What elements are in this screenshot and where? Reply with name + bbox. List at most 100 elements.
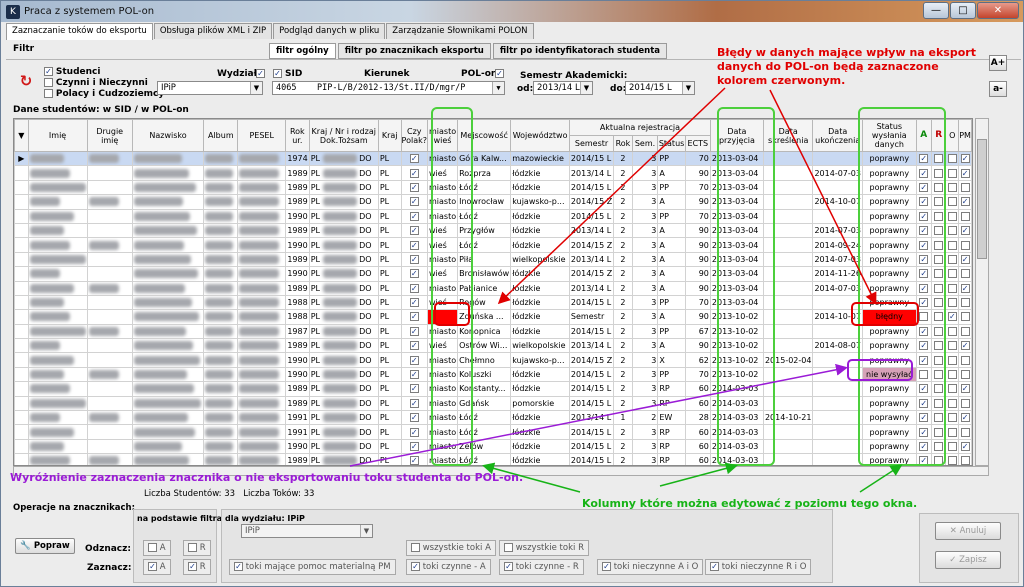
od-select[interactable]: 2013/14 L ▼ <box>533 81 593 95</box>
row-checkbox[interactable] <box>409 442 419 451</box>
cell-nazwisko[interactable] <box>131 251 205 268</box>
col-rok[interactable]: Rok <box>613 135 633 152</box>
cell-rok-ur[interactable]: 1990 <box>284 352 310 368</box>
cell-rok-ur[interactable]: 1990 <box>284 438 310 455</box>
cell-kraj-nr[interactable]: PL DO <box>308 366 379 383</box>
cell-imie[interactable] <box>27 165 88 181</box>
cell-miasto-wies[interactable]: miasto <box>426 194 459 210</box>
row-checkbox[interactable] <box>947 269 957 279</box>
cell-rok-ur[interactable]: 1989 <box>284 251 310 268</box>
cell-album[interactable] <box>203 208 239 224</box>
row-checkbox[interactable] <box>960 427 970 437</box>
cell-nazwisko[interactable] <box>131 280 205 296</box>
cell-miasto-wies[interactable]: miasto <box>426 352 459 368</box>
cell-imie[interactable] <box>27 309 88 325</box>
cell-wojewodztwo[interactable]: łódzkie <box>510 309 570 325</box>
col-miasto-wies[interactable]: miasto wieś <box>426 119 459 152</box>
cell-sem[interactable]: 3 <box>631 366 659 383</box>
col-drugie-imie[interactable]: Drugie imię <box>86 119 133 152</box>
row-selector[interactable] <box>14 280 29 296</box>
row-checkbox[interactable] <box>409 298 419 308</box>
wydzial-select[interactable]: IPiP ▼ <box>157 81 263 95</box>
col-rok-ur[interactable]: Rok ur. <box>284 119 310 152</box>
cell-data-przyjecia[interactable]: 2013-03-04 <box>709 150 764 167</box>
row-checkbox[interactable] <box>934 211 944 221</box>
col-status-wyslania[interactable]: Status wysłania danych <box>861 119 917 152</box>
cell-kraj-nr[interactable]: PL DO <box>308 150 379 167</box>
cell-rok-ur[interactable]: 1987 <box>284 323 310 340</box>
col-imie[interactable]: Imię <box>27 119 88 152</box>
cell-czy-polak[interactable] <box>400 381 428 397</box>
cell-miasto-wies[interactable]: miasto <box>426 251 459 268</box>
cell-pm[interactable] <box>958 438 972 455</box>
tab-obsluga-plikow[interactable]: Obsługa plików XML i ZIP <box>153 23 273 39</box>
cell-imie[interactable] <box>27 366 88 383</box>
cell-drugie-imie[interactable] <box>86 410 133 426</box>
cell-miasto-wies[interactable] <box>426 309 459 325</box>
cell-status-wyslania[interactable]: nie wysyłać <box>861 366 917 383</box>
cell-imie[interactable] <box>27 453 88 465</box>
cell-rok-ur[interactable]: 1988 <box>284 309 310 325</box>
row-checkbox[interactable] <box>960 211 970 221</box>
cell-miejscowosc[interactable]: Pabianice <box>457 280 512 296</box>
cell-data-skreslenia[interactable] <box>762 366 814 383</box>
cell-status-wyslania[interactable]: poprawny <box>861 338 917 354</box>
row-selector[interactable]: ▶ <box>14 150 29 167</box>
table-row[interactable]: 1990PL DOPLmiastoKoluszkiłódzkie2014/15 … <box>14 366 972 383</box>
subtab-filtr-identyfikatory[interactable]: filtr po identyfikatorach studenta <box>492 43 668 59</box>
cell-data-ukonczenia[interactable] <box>812 323 863 340</box>
cell-data-skreslenia[interactable] <box>762 280 814 296</box>
cell-album[interactable] <box>203 266 239 282</box>
cell-semestr[interactable]: 2014/15 L <box>568 179 615 196</box>
cell-imie[interactable] <box>27 266 88 282</box>
cell-ects[interactable]: 90 <box>684 222 711 239</box>
cell-imie[interactable] <box>27 179 88 196</box>
cell-r[interactable] <box>930 309 947 325</box>
minimize-button[interactable]: — <box>923 2 949 19</box>
cell-status[interactable]: A <box>657 338 686 354</box>
cell-miejscowosc[interactable]: Rogów <box>457 294 512 311</box>
cell-data-przyjecia[interactable]: 2013-10-02 <box>709 338 764 354</box>
cell-o[interactable] <box>945 453 960 465</box>
cell-data-ukonczenia[interactable] <box>812 424 863 440</box>
cell-czy-polak[interactable] <box>400 352 428 368</box>
cell-data-ukonczenia[interactable] <box>812 381 863 397</box>
cell-status[interactable]: A <box>657 309 686 325</box>
cell-pesel[interactable] <box>237 150 286 167</box>
row-selector[interactable] <box>14 251 29 268</box>
cell-data-ukonczenia[interactable]: 2014-07-03 <box>812 165 863 181</box>
cell-o[interactable] <box>945 165 960 181</box>
row-selector[interactable] <box>14 179 29 196</box>
cell-o[interactable] <box>945 352 960 368</box>
cell-pesel[interactable] <box>237 294 286 311</box>
cell-imie[interactable] <box>27 150 88 167</box>
cell-czy-polak[interactable] <box>400 323 428 340</box>
cell-a[interactable] <box>915 424 932 440</box>
row-checkbox[interactable] <box>919 197 929 207</box>
nieczynne-a-button[interactable]: toki nieczynne A i O <box>597 559 704 575</box>
cell-pm[interactable] <box>958 366 972 383</box>
cell-pm[interactable] <box>958 208 972 224</box>
cell-pesel[interactable] <box>237 453 286 465</box>
zapisz-button[interactable]: ✓ Zapisz <box>935 551 1001 569</box>
cell-album[interactable] <box>203 453 239 465</box>
cell-czy-polak[interactable] <box>400 194 428 210</box>
cell-status-wyslania[interactable]: poprawny <box>861 280 917 296</box>
cell-nazwisko[interactable] <box>131 438 205 455</box>
cell-kraj[interactable]: PL <box>377 309 402 325</box>
cell-ects[interactable]: 70 <box>684 208 711 224</box>
cell-rok-ur[interactable]: 1990 <box>284 366 310 383</box>
cell-sem[interactable]: 3 <box>631 323 659 340</box>
cell-r[interactable] <box>930 179 947 196</box>
cell-r[interactable] <box>930 266 947 282</box>
row-checkbox[interactable] <box>919 298 929 308</box>
cell-r[interactable] <box>930 280 947 296</box>
row-checkbox[interactable] <box>947 442 957 451</box>
cell-miasto-wies[interactable]: wieś <box>426 237 459 253</box>
cell-miejscowosc[interactable]: Konstanty... <box>457 381 512 397</box>
cell-wojewodztwo[interactable]: łódzkie <box>510 280 570 296</box>
cell-data-skreslenia[interactable] <box>762 150 814 167</box>
cell-nazwisko[interactable] <box>131 395 205 412</box>
cell-rok[interactable]: 2 <box>613 323 633 340</box>
cell-imie[interactable] <box>27 294 88 311</box>
